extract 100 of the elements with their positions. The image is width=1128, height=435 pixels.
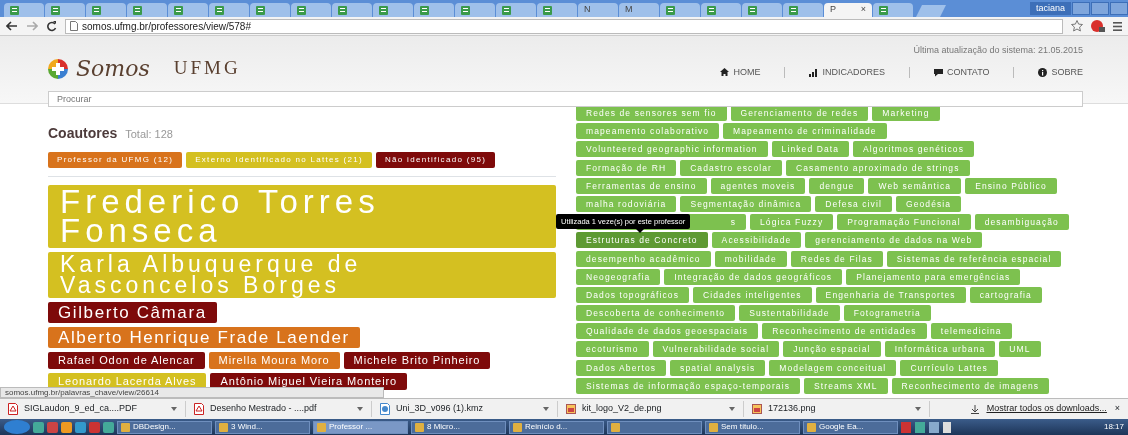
coauthor-name[interactable]: Karla Albuquerque de Vasconcelos Borges [48,252,556,298]
keyword-tag[interactable]: Ensino Público [965,177,1057,194]
keyword-tag[interactable]: Formação de RH [576,159,677,176]
keyword-tag[interactable]: Integração de dados geográficos [664,268,843,285]
menu-icon[interactable] [1113,21,1122,31]
app-icon[interactable] [103,421,114,433]
nav-link[interactable]: HOME [720,65,761,79]
browser-tab[interactable] [209,3,249,17]
search-field[interactable]: Procurar [48,91,1083,107]
keyword-tag[interactable]: Dados topográficos [576,286,690,303]
browser-tab[interactable] [332,3,372,17]
close-button[interactable] [1110,2,1128,15]
keyword-tag[interactable]: Cidades inteligentes [693,286,812,303]
download-item[interactable]: Desenho Mestrado - ....pdf [186,401,372,417]
dropdown-icon[interactable] [171,407,177,411]
taskbar-button[interactable]: Reinício d... [509,420,604,434]
browser-tab[interactable] [783,3,823,17]
browser-tab[interactable]: P × [824,3,872,17]
keyword-tag[interactable]: Acessibilidade [711,232,802,249]
nav-link[interactable]: SOBRE [1038,65,1083,79]
app-icon[interactable] [47,421,58,433]
browser-tab[interactable] [86,3,126,17]
maximize-button[interactable] [1091,2,1109,15]
keyword-tag[interactable]: Volunteered geographic information [576,141,768,158]
keyword-tag[interactable]: Mapeamento de criminalidade [723,123,887,140]
keyword-tag[interactable]: malha rodoviária [576,195,677,212]
keyword-tag[interactable]: Geodésia [895,195,962,212]
new-tab-icon[interactable] [914,5,948,17]
keyword-tag[interactable]: Sustentabilidade [739,305,840,322]
browser-tab[interactable] [873,3,913,17]
keyword-tag[interactable]: cartografia [969,286,1042,303]
keyword-tag[interactable]: Informática urbana [884,341,996,358]
browser-tab[interactable] [701,3,741,17]
keyword-tag[interactable]: Ferramentas de ensino [576,177,707,194]
download-item[interactable]: kit_logo_V2_de.png [558,401,744,417]
keyword-tag[interactable]: ecoturismo [576,341,649,358]
keyword-tag[interactable]: Descoberta de conhecimento [576,305,736,322]
address-bar[interactable]: somos.ufmg.br/professores/view/578# [65,18,1063,34]
keyword-tag[interactable]: Vulnerabilidade social [652,341,780,358]
keyword-tag[interactable]: Reconhecimento de imagens [891,377,1050,394]
browser-tab[interactable] [373,3,413,17]
keyword-tag[interactable]: spatial analysis [670,359,766,376]
dropdown-icon[interactable] [729,407,735,411]
browser-tab[interactable] [250,3,290,17]
taskbar-button[interactable]: Professor ... [313,420,408,434]
keyword-tag[interactable]: mapeamento colaborativo [576,123,720,140]
keyword-tag[interactable]: mobilidade [714,250,787,267]
coauthor-name[interactable]: Rafael Odon de Alencar [48,352,205,369]
keyword-tag[interactable]: UML [999,341,1041,358]
forward-icon[interactable] [26,21,38,31]
keyword-tag[interactable]: Linked Data [771,141,850,158]
keyword-tag[interactable]: Fotogrametria [843,305,931,322]
keyword-tag[interactable]: Redes de Filas [790,250,883,267]
browser-tab[interactable] [291,3,331,17]
keyword-tag[interactable]: Estruturas de Concreto [576,232,708,249]
taskbar-button[interactable]: DBDesign... [117,420,212,434]
start-button[interactable] [4,420,30,434]
keyword-tag[interactable]: telemedicina [930,323,1012,340]
browser-tab[interactable] [455,3,495,17]
coauthor-name[interactable]: Mirella Moura Moro [208,352,340,369]
keyword-tag[interactable]: Programação Funcional [837,214,971,231]
back-icon[interactable] [6,21,18,31]
keyword-tag[interactable]: dengue [809,177,865,194]
keyword-tag[interactable]: Engenharia de Transportes [815,286,966,303]
keyword-tag[interactable]: Reconhecimento de entidades [762,323,927,340]
coauthor-name[interactable]: Michele Brito Pinheiro [343,352,491,369]
keyword-tag[interactable]: Web semântica [868,177,962,194]
browser-tab[interactable] [127,3,167,17]
browser-tab[interactable] [537,3,577,17]
browser-tab[interactable]: N [578,3,618,17]
app-icon[interactable] [89,421,100,433]
keyword-tag[interactable]: Planejamento para emergências [846,268,1021,285]
keyword-tag[interactable]: Sistemas de referência espacial [886,250,1062,267]
dropdown-icon[interactable] [915,407,921,411]
close-tab-button[interactable]: × [860,3,866,17]
browser-tab[interactable] [742,3,782,17]
download-item[interactable]: 172136.png [744,401,930,417]
keyword-tag[interactable]: Cadastro escolar [680,159,782,176]
keyword-tag[interactable]: Modelagem conceitual [769,359,897,376]
browser-tab[interactable] [660,3,700,17]
app-icon[interactable] [75,421,86,433]
keyword-tag[interactable]: Algoritmos genéticos [853,141,974,158]
taskbar-button[interactable]: Sem título... [705,420,800,434]
download-item[interactable]: Uni_3D_v096 (1).kmz [372,401,558,417]
keyword-tag[interactable]: desambiguação [974,214,1069,231]
keyword-tag[interactable]: Qualidade de dados geoespaciais [576,323,759,340]
browser-tab[interactable]: M [619,3,659,17]
coauthor-name[interactable]: Gilberto Câmara [48,302,217,323]
minimize-button[interactable] [1072,2,1090,15]
nav-link[interactable]: CONTATO [934,65,990,79]
keyword-tag[interactable]: Dados Abertos [576,359,667,376]
star-icon[interactable] [1071,20,1083,32]
coauthor-name[interactable]: Alberto Henrique Frade Laender [48,327,360,348]
taskbar-button[interactable]: 3 Wind... [215,420,310,434]
keyword-tag[interactable]: Currículo Lattes [900,359,998,376]
taskbar-button[interactable]: Google Ea... [803,420,898,434]
keyword-tag[interactable]: gerenciamento de dados na Web [805,232,983,249]
app-icon[interactable] [33,421,44,433]
reload-icon[interactable] [46,20,57,32]
keyword-tag[interactable]: desempenho acadêmico [576,250,711,267]
